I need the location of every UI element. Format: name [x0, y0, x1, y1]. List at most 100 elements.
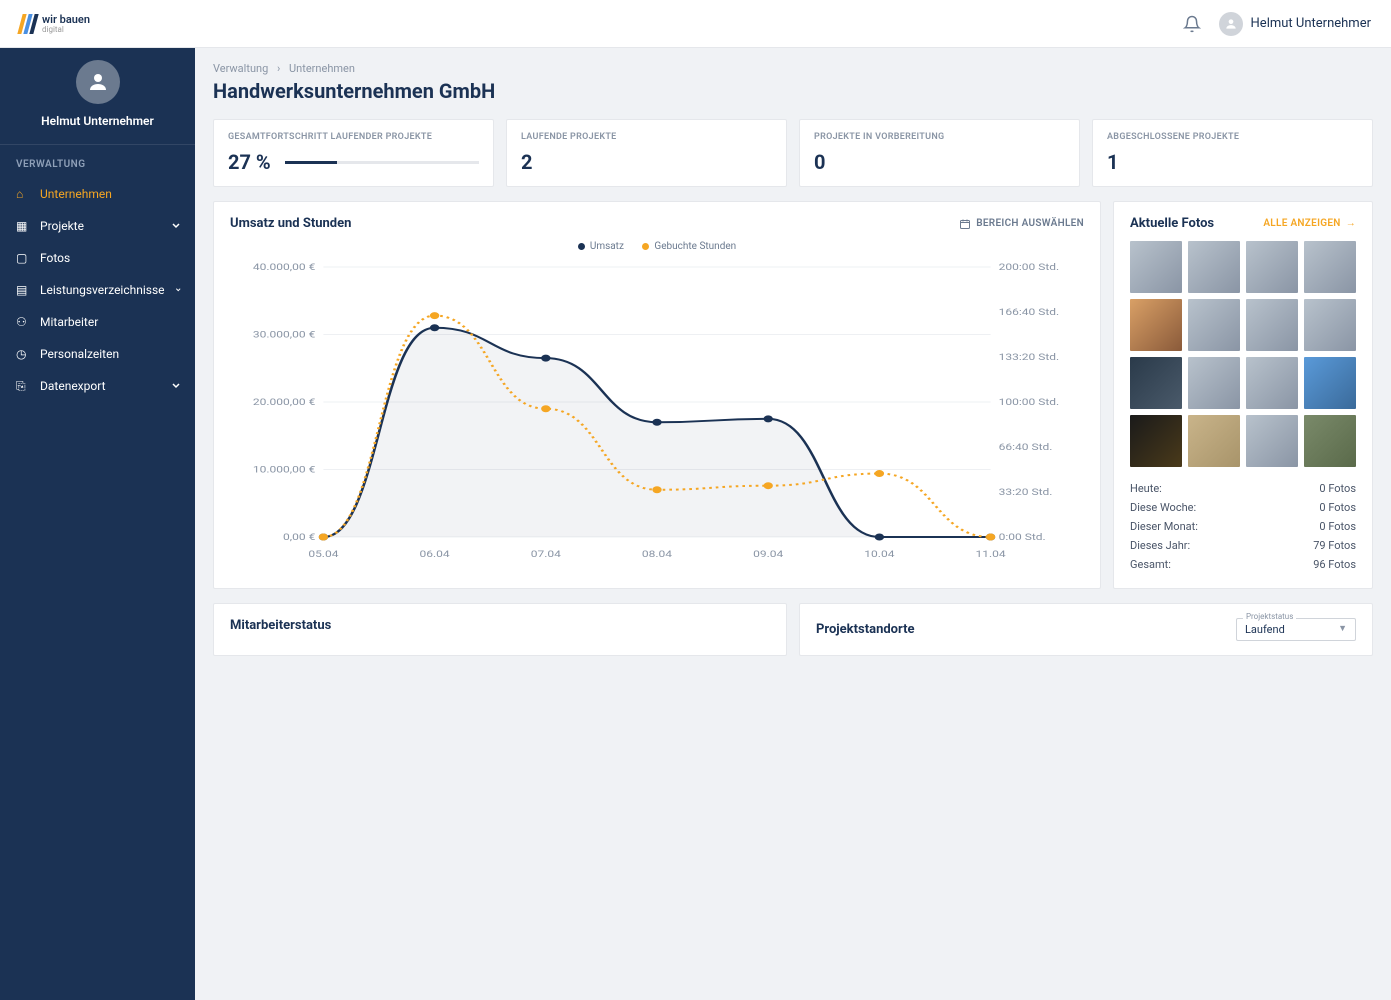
- photo-thumb[interactable]: [1304, 299, 1356, 351]
- photo-thumb[interactable]: [1304, 357, 1356, 409]
- svg-text:0,00 €: 0,00 €: [283, 532, 315, 543]
- sidebar-item-unternehmen[interactable]: ⌂Unternehmen: [0, 178, 195, 210]
- user-menu[interactable]: Helmut Unternehmer: [1219, 12, 1371, 36]
- chevron-down-icon: [171, 381, 181, 391]
- nav-icon: ▦: [16, 219, 30, 233]
- svg-text:200:00 Std.: 200:00 Std.: [999, 262, 1060, 273]
- kpi-value: 27 %: [228, 150, 271, 174]
- svg-text:10.000,00 €: 10.000,00 €: [253, 464, 316, 475]
- sidebar-item-mitarbeiter[interactable]: ⚇Mitarbeiter: [0, 306, 195, 338]
- photo-thumb[interactable]: [1188, 357, 1240, 409]
- nav-icon: ⌂: [16, 187, 30, 201]
- photo-thumb[interactable]: [1188, 241, 1240, 293]
- sidebar-item-leistungsverzeichnisse[interactable]: ▤Leistungsverzeichnisse: [0, 274, 195, 306]
- sidebar-section-label: VERWALTUNG: [0, 145, 195, 178]
- svg-text:133:20 Std.: 133:20 Std.: [999, 352, 1060, 363]
- photo-thumb[interactable]: [1188, 299, 1240, 351]
- photos-panel: Aktuelle Fotos ALLE ANZEIGEN → Heute:0 F…: [1113, 201, 1373, 589]
- kpi-label: PROJEKTE IN VORBEREITUNG: [814, 132, 1065, 142]
- breadcrumb-b[interactable]: Unternehmen: [289, 62, 355, 75]
- photo-thumb[interactable]: [1130, 415, 1182, 467]
- svg-text:11.04: 11.04: [976, 549, 1006, 560]
- kpi-value: 1: [1107, 150, 1358, 174]
- projektstatus-select[interactable]: Projektstatus Laufend ▼: [1236, 618, 1356, 641]
- breadcrumb: Verwaltung › Unternehmen: [213, 62, 1373, 75]
- bell-icon[interactable]: [1183, 15, 1201, 33]
- standorte-title: Projektstandorte: [816, 622, 915, 637]
- svg-text:07.04: 07.04: [531, 549, 561, 560]
- sidebar-item-fotos[interactable]: ▢Fotos: [0, 242, 195, 274]
- photos-title: Aktuelle Fotos: [1130, 216, 1214, 231]
- svg-text:09.04: 09.04: [753, 549, 783, 560]
- photo-thumb[interactable]: [1246, 299, 1298, 351]
- svg-text:66:40 Std.: 66:40 Std.: [999, 442, 1053, 453]
- sidebar-user-name: Helmut Unternehmer: [0, 114, 195, 128]
- chevron-down-icon: ▼: [1338, 623, 1347, 634]
- logo[interactable]: wir bauen digital: [20, 14, 90, 34]
- calendar-icon: [959, 218, 971, 230]
- photo-thumb[interactable]: [1130, 241, 1182, 293]
- breadcrumb-a[interactable]: Verwaltung: [213, 62, 268, 75]
- progress-bar: [285, 161, 479, 164]
- nav-icon: ▤: [16, 283, 30, 297]
- nav-icon: ◷: [16, 347, 30, 361]
- avatar-icon: [76, 60, 120, 104]
- nav-icon: ⎘: [16, 379, 30, 393]
- photos-grid: [1130, 241, 1356, 467]
- photo-thumb[interactable]: [1188, 415, 1240, 467]
- svg-text:30.000,00 €: 30.000,00 €: [253, 329, 316, 340]
- brand-sub: digital: [42, 25, 90, 34]
- photo-stats: Heute:0 FotosDiese Woche:0 FotosDieser M…: [1130, 479, 1356, 574]
- stat-row: Dieser Monat:0 Fotos: [1130, 517, 1356, 536]
- stat-row: Diese Woche:0 Fotos: [1130, 498, 1356, 517]
- chevron-down-icon: [171, 221, 181, 231]
- sidebar: Helmut Unternehmer VERWALTUNG ⌂Unternehm…: [0, 0, 195, 1000]
- sidebar-item-datenexport[interactable]: ⎘Datenexport: [0, 370, 195, 402]
- sidebar-item-personalzeiten[interactable]: ◷Personalzeiten: [0, 338, 195, 370]
- photo-thumb[interactable]: [1246, 415, 1298, 467]
- brand-name: wir bauen: [42, 14, 90, 25]
- photo-thumb[interactable]: [1246, 241, 1298, 293]
- photo-thumb[interactable]: [1304, 241, 1356, 293]
- svg-text:0:00 Std.: 0:00 Std.: [999, 532, 1046, 543]
- avatar-icon: [1219, 12, 1243, 36]
- photo-thumb[interactable]: [1246, 357, 1298, 409]
- kpi-label: LAUFENDE PROJEKTE: [521, 132, 772, 142]
- standorte-panel: Projektstandorte Projektstatus Laufend ▼: [799, 603, 1373, 656]
- kpi-card: ABGESCHLOSSENE PROJEKTE 1: [1092, 119, 1373, 187]
- chart-panel: Umsatz und Stunden BEREICH AUSWÄHLEN Ums…: [213, 201, 1101, 589]
- mitarbeiter-panel: Mitarbeiterstatus: [213, 603, 787, 656]
- photo-thumb[interactable]: [1130, 299, 1182, 351]
- svg-text:08.04: 08.04: [642, 549, 672, 560]
- chevron-right-icon: ›: [277, 62, 280, 75]
- svg-text:05.04: 05.04: [308, 549, 338, 560]
- nav-list: ⌂Unternehmen▦Projekte▢Fotos▤Leistungsver…: [0, 178, 195, 402]
- svg-text:33:20 Std.: 33:20 Std.: [999, 487, 1053, 498]
- chart: 0,00 €10.000,00 €20.000,00 €30.000,00 €4…: [230, 257, 1084, 567]
- chart-title: Umsatz und Stunden: [230, 216, 351, 231]
- chevron-down-icon: [175, 285, 181, 295]
- photo-thumb[interactable]: [1130, 357, 1182, 409]
- main-content: Verwaltung › Unternehmen Handwerksuntern…: [195, 0, 1391, 1000]
- photo-thumb[interactable]: [1304, 415, 1356, 467]
- svg-text:10.04: 10.04: [864, 549, 894, 560]
- kpi-card: GESAMTFORTSCHRITT LAUFENDER PROJEKTE27 %: [213, 119, 494, 187]
- kpi-card: LAUFENDE PROJEKTE 2: [506, 119, 787, 187]
- kpi-row: GESAMTFORTSCHRITT LAUFENDER PROJEKTE27 %…: [213, 119, 1373, 187]
- date-range-button[interactable]: BEREICH AUSWÄHLEN: [959, 218, 1084, 230]
- svg-text:100:00 Std.: 100:00 Std.: [999, 397, 1060, 408]
- svg-text:06.04: 06.04: [420, 549, 450, 560]
- kpi-label: ABGESCHLOSSENE PROJEKTE: [1107, 132, 1358, 142]
- stat-row: Gesamt:96 Fotos: [1130, 555, 1356, 574]
- svg-text:166:40 Std.: 166:40 Std.: [999, 307, 1060, 318]
- mitarbeiter-title: Mitarbeiterstatus: [230, 618, 770, 633]
- kpi-value: 2: [521, 150, 772, 174]
- page-title: Handwerksunternehmen GmbH: [213, 79, 1373, 103]
- svg-text:20.000,00 €: 20.000,00 €: [253, 397, 316, 408]
- arrow-right-icon: →: [1346, 218, 1356, 229]
- nav-icon: ▢: [16, 251, 30, 265]
- chart-legend: Umsatz Gebuchte Stunden: [230, 241, 1084, 253]
- kpi-value: 0: [814, 150, 1065, 174]
- show-all-photos-button[interactable]: ALLE ANZEIGEN →: [1263, 218, 1356, 229]
- sidebar-item-projekte[interactable]: ▦Projekte: [0, 210, 195, 242]
